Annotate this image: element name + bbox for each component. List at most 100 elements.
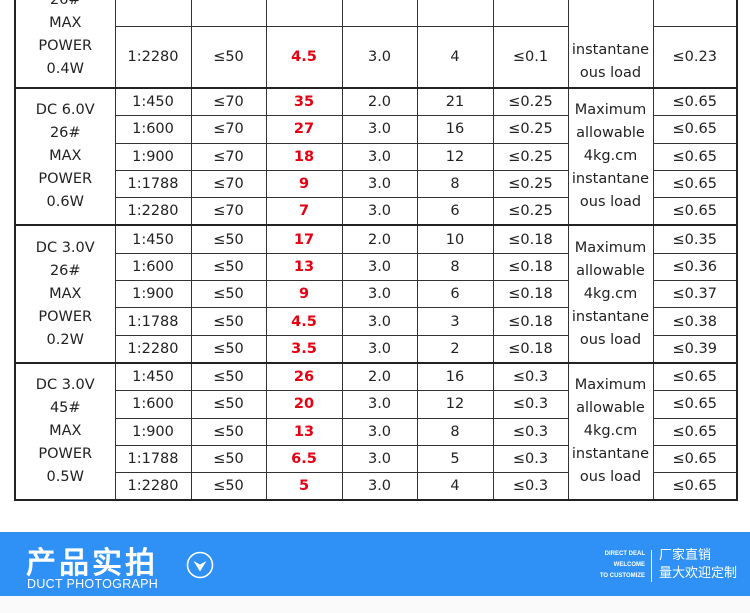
speed-cell: 27 [265,115,343,144]
torque-cell: 16 [416,115,494,144]
note-line: 4kg.cm [583,148,638,165]
note-line: 4kg.cm [583,285,638,302]
current-cell: ≤0.25 [492,115,569,144]
banner-en-tagline: DIRECT DEAL WELCOME TO CUSTOMIZE [585,549,645,582]
load-current-cell: ≤0.65 [652,87,738,117]
load-current-cell: ≤0.36 [652,252,738,282]
model-line: DC 3.0V [35,239,95,256]
voltage-cell: 3.0 [341,142,418,171]
ratio-cell: 1:450 [114,361,192,392]
speed-cell: 6.5 [265,444,343,474]
speed-cell: 18 [265,142,343,171]
rpm-cell: ≤50 [190,472,267,501]
speed-cell: 35 [265,87,343,117]
current-cell: ≤0.3 [492,472,569,501]
model-line: 45# [49,400,81,417]
note-line: allowable [576,400,645,417]
bottom-strip [0,596,750,613]
ratio-cell: 1:600 [114,390,192,419]
voltage-cell: 3.0 [341,115,418,144]
note-line: instantane [571,446,650,463]
en-line: TO CUSTOMIZE [599,573,645,579]
torque-cell: 2 [416,334,494,364]
model-line: POWER [38,446,93,463]
ratio-cell: 1:2280 [114,334,192,364]
motor-spec-table: DC 3.0V26#MAXPOWER0.4W1:1788≤5063.05≤0.1… [14,0,738,502]
load-current-cell: ≤0.38 [652,307,738,336]
speed-cell: 7 [265,197,343,226]
rpm-cell: ≤70 [190,115,267,144]
model-line: 0.2W [46,331,84,348]
current-cell: ≤0.18 [492,252,569,282]
voltage-cell: 3.0 [341,26,418,89]
load-note-cell: Maximum allowable 4kg.cm instantane ous load [567,86,654,226]
model-line: 0.5W [46,469,84,486]
banner-title: 产品实拍 [26,546,158,581]
note-line: ous load [579,194,642,211]
note-line: allowable [576,262,645,279]
speed-cell: 9 [265,280,343,309]
current-cell: ≤0.3 [492,361,569,392]
load-current-cell: ≤0.65 [652,444,738,474]
voltage-cell: 2.0 [341,87,418,117]
note-line: instantane [571,42,650,58]
table-row: DC 3.0V 45# MAX POWER 0.5W 1:450 ≤50 26 2.0 16 ≤0.… [14,361,738,501]
speed-cell: 26 [265,361,343,392]
model-line: 26# [49,0,81,8]
rpm-cell: ≤50 [190,361,267,392]
torque-cell: 5 [416,444,494,474]
voltage-cell: 3.0 [341,390,418,419]
product-photo-banner: 产品实拍 DUCT PHOTOGRAPH DIRECT DEAL WELCOME… [0,532,750,596]
voltage-cell: 3.0 [341,280,418,309]
ratio-cell: 1:1788 [114,0,192,27]
model-line: POWER [38,308,93,325]
torque-cell: 12 [416,390,494,419]
banner-cn-tagline: 厂家直销 量大欢迎定制 [659,547,737,583]
rpm-cell: ≤50 [190,307,267,336]
current-cell: ≤0.18 [492,224,569,254]
torque-cell: 8 [416,252,494,282]
en-line: DIRECT DEAL [604,551,645,557]
voltage-cell: 3.0 [341,0,418,27]
torque-cell: 4 [416,472,494,501]
ratio-cell: 1:1788 [114,169,192,199]
cn-line: 量大欢迎定制 [659,566,738,581]
current-cell: ≤0.25 [492,169,569,199]
banner-subtitle: DUCT PHOTOGRAPH [27,577,159,591]
voltage-cell: 3.0 [341,307,418,336]
note-line: ous load [579,65,642,81]
speed-cell: 17 [265,224,343,254]
current-cell: ≤0.25 [492,142,569,171]
rpm-cell: ≤70 [190,142,267,171]
load-current-cell: ≤0.23 [652,26,738,89]
speed-cell: 4.5 [265,26,343,89]
model-line: 0.4W [46,61,84,77]
model-line: MAX [49,285,82,302]
model-line: MAX [49,148,82,165]
voltage-cell: 3.0 [341,472,418,501]
rpm-cell: ≤50 [190,252,267,282]
torque-cell: 5 [416,0,494,27]
torque-cell: 21 [416,87,494,117]
model-cell: DC 3.0V26#MAXPOWER0.4W [14,0,116,89]
rpm-cell: ≤50 [190,0,267,27]
ratio-cell: 1:1788 [114,444,192,474]
voltage-cell: 2.0 [341,361,418,392]
ratio-cell: 1:600 [114,252,192,282]
note-line: 4kg.cm [583,423,638,440]
torque-cell: 10 [416,224,494,254]
torque-cell: 4 [416,26,494,89]
torque-cell: 8 [416,169,494,199]
load-note-cell: instantane ous load [567,0,654,89]
cn-line: 厂家直销 [659,548,712,563]
model-line: 0.6W [46,194,84,211]
load-current-cell: ≤0.65 [652,142,738,171]
load-current-cell: ≤0.65 [652,197,738,226]
torque-cell: 6 [416,197,494,226]
chevron-down-circle-icon[interactable] [186,551,214,579]
model-line: DC 6.0V [35,102,95,119]
load-current-cell: ≤0.23 [652,0,738,27]
speed-cell: 4.5 [265,307,343,336]
load-current-cell: ≤0.65 [652,361,738,392]
ratio-cell: 1:1788 [114,307,192,336]
